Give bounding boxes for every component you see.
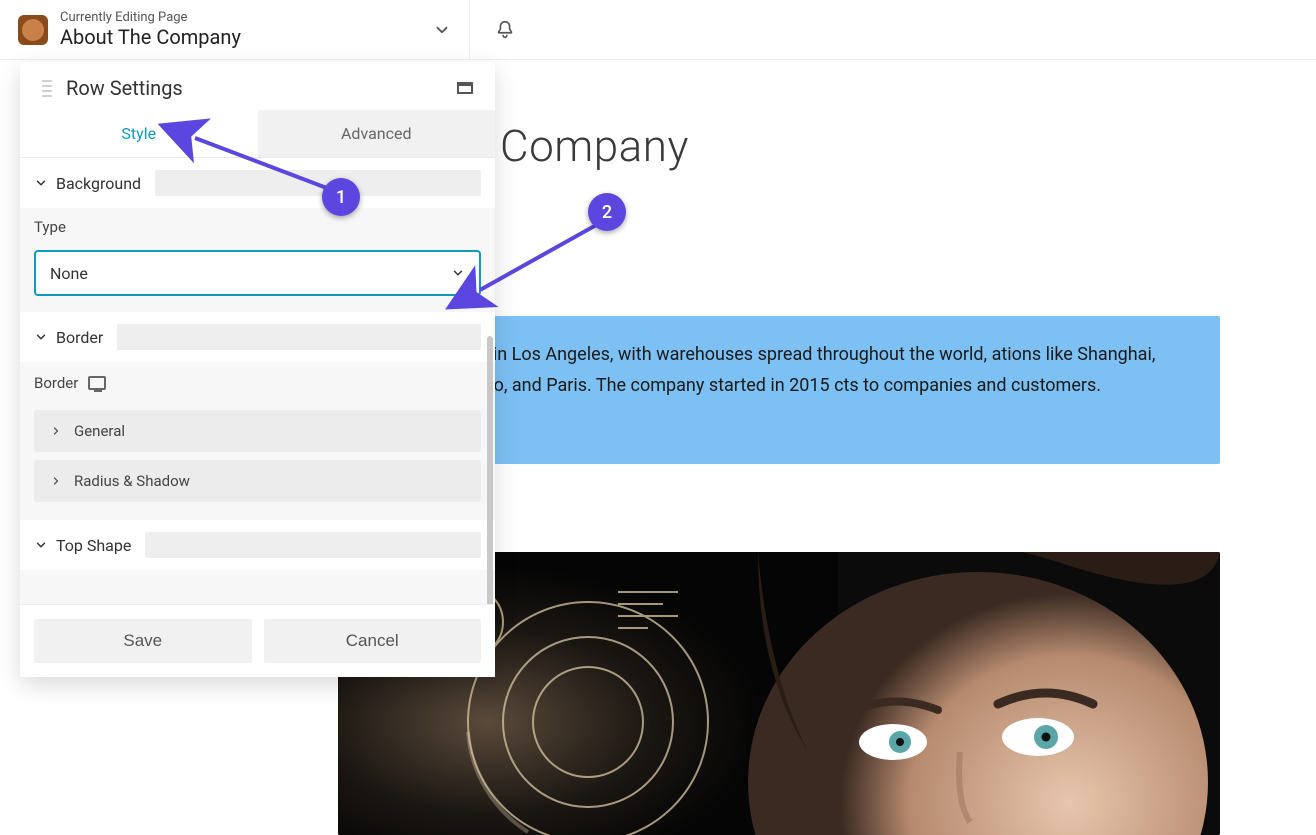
app-logo-icon <box>18 15 48 45</box>
annotation-marker-1: 1 <box>322 178 360 216</box>
border-field-label: Border <box>34 366 481 402</box>
panel-body: Background Type None Border Border <box>20 158 495 604</box>
tab-advanced[interactable]: Advanced <box>258 110 496 157</box>
panel-tabs: Style Advanced <box>20 110 495 158</box>
panel-footer: Save Cancel <box>20 604 495 677</box>
save-button[interactable]: Save <box>34 619 252 663</box>
chevron-down-icon <box>451 266 465 280</box>
tab-style[interactable]: Style <box>20 110 258 157</box>
chevron-down-icon <box>34 538 48 552</box>
panel-scrollbar[interactable] <box>487 336 493 604</box>
panel-header[interactable]: Row Settings <box>20 62 495 110</box>
section-border-label: Border <box>56 328 103 347</box>
chevron-down-icon <box>34 330 48 344</box>
panel-title: Row Settings <box>66 76 183 100</box>
border-general[interactable]: General <box>34 410 481 452</box>
section-divider <box>145 532 481 558</box>
chevron-right-icon <box>50 475 62 487</box>
annotation-marker-2: 2 <box>588 193 626 231</box>
section-background[interactable]: Background <box>20 158 495 208</box>
row-settings-panel: Row Settings Style Advanced Background T… <box>20 62 495 677</box>
top-bar: Currently Editing Page About The Company <box>0 0 1316 60</box>
section-top-shape-label: Top Shape <box>56 536 131 555</box>
page-title: About The Company <box>60 25 241 49</box>
responsive-desktop-icon[interactable] <box>88 376 106 390</box>
cancel-button[interactable]: Cancel <box>264 619 482 663</box>
background-type-select[interactable]: None <box>34 250 481 296</box>
expand-panel-icon[interactable] <box>457 82 473 94</box>
section-border[interactable]: Border <box>20 312 495 362</box>
notifications-bell-icon[interactable] <box>494 19 516 41</box>
section-top-shape[interactable]: Top Shape <box>20 520 495 570</box>
section-divider <box>117 324 481 350</box>
chevron-right-icon <box>50 425 62 437</box>
field-type-label: Type <box>34 218 481 236</box>
background-type-value: None <box>50 264 88 283</box>
drag-handle-icon[interactable] <box>42 80 52 97</box>
page-heading: Company <box>500 120 689 172</box>
page-label: Currently Editing Page About The Company <box>60 10 241 50</box>
chevron-down-icon <box>433 21 451 39</box>
section-divider <box>155 170 481 196</box>
chevron-down-icon <box>34 176 48 190</box>
border-radius-shadow[interactable]: Radius & Shadow <box>34 460 481 502</box>
page-switcher[interactable]: Currently Editing Page About The Company <box>0 0 470 59</box>
editing-label: Currently Editing Page <box>60 10 241 26</box>
border-radius-shadow-label: Radius & Shadow <box>74 472 190 490</box>
section-background-label: Background <box>56 174 141 193</box>
border-general-label: General <box>74 422 125 440</box>
